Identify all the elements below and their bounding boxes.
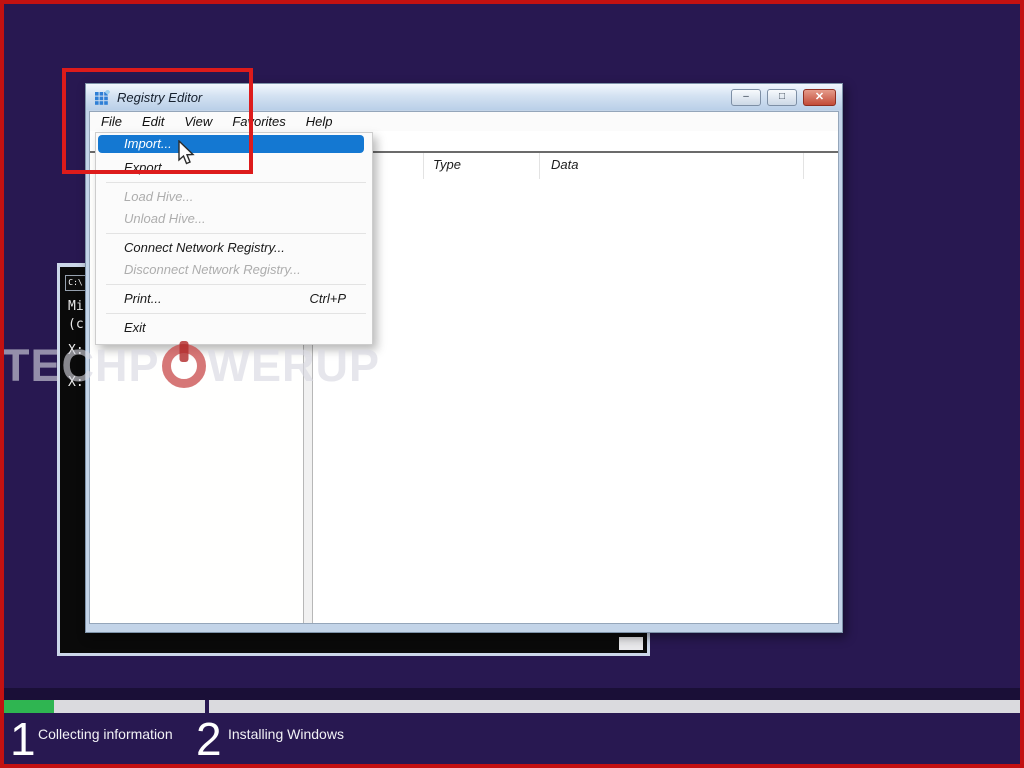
registry-editor-icon (95, 90, 110, 105)
menu-item-print[interactable]: Print... Ctrl+P (96, 288, 372, 310)
cmd-scrollbar-corner (619, 637, 643, 650)
menu-view[interactable]: View (174, 114, 222, 129)
menu-separator (106, 313, 366, 314)
file-menu-dropdown: Import... Export Load Hive... Unload Hiv… (95, 132, 373, 345)
step-2-number: 2 (196, 716, 222, 762)
window-controls: – □ ✕ (731, 89, 836, 106)
cmd-text-line: (c (68, 317, 84, 332)
menu-help[interactable]: Help (296, 114, 343, 129)
minimize-button[interactable]: – (731, 89, 761, 106)
step-2-label: Installing Windows (228, 726, 344, 742)
menu-file[interactable]: File (91, 114, 132, 129)
title-bar[interactable]: Registry Editor – □ ✕ (86, 84, 842, 110)
progress-fill-1 (3, 700, 54, 713)
menu-item-export[interactable]: Export (96, 157, 372, 179)
value-list-pane[interactable]: Type Data (313, 153, 838, 623)
menu-bar: File Edit View Favorites Help (90, 112, 838, 131)
menu-separator (106, 233, 366, 234)
menu-item-connect-network-registry[interactable]: Connect Network Registry... (96, 237, 372, 259)
maximize-button[interactable]: □ (767, 89, 797, 106)
print-shortcut: Ctrl+P (310, 288, 346, 310)
step-1-number: 1 (10, 716, 36, 762)
column-header-data[interactable]: Data (551, 157, 578, 172)
column-header-type[interactable]: Type (433, 157, 461, 172)
menu-item-import[interactable]: Import... (98, 135, 364, 153)
column-divider (539, 153, 540, 179)
progress-bar-step2 (209, 700, 1021, 713)
window-title: Registry Editor (117, 90, 202, 105)
column-divider (423, 153, 424, 179)
menu-item-unload-hive: Unload Hive... (96, 208, 372, 230)
menu-item-exit[interactable]: Exit (96, 317, 372, 339)
cmd-text-line: X: (68, 375, 84, 390)
close-button[interactable]: ✕ (803, 89, 836, 106)
menu-edit[interactable]: Edit (132, 114, 174, 129)
cmd-text-line: Mi (68, 299, 84, 314)
step-1-label: Collecting information (38, 726, 173, 742)
menu-separator (106, 182, 366, 183)
menu-favorites[interactable]: Favorites (222, 114, 295, 129)
column-divider (803, 153, 804, 179)
cmd-text-line: X: (68, 343, 84, 358)
cmd-icon: C:\ (65, 275, 86, 291)
windows-setup-screen: C:\ Mi (c X: X: Registry Editor – □ ✕ Fi… (0, 0, 1024, 768)
footer-shade (0, 688, 1024, 700)
menu-separator (106, 284, 366, 285)
progress-bar-step1 (3, 700, 205, 713)
menu-item-disconnect-network-registry: Disconnect Network Registry... (96, 259, 372, 281)
menu-item-load-hive: Load Hive... (96, 186, 372, 208)
